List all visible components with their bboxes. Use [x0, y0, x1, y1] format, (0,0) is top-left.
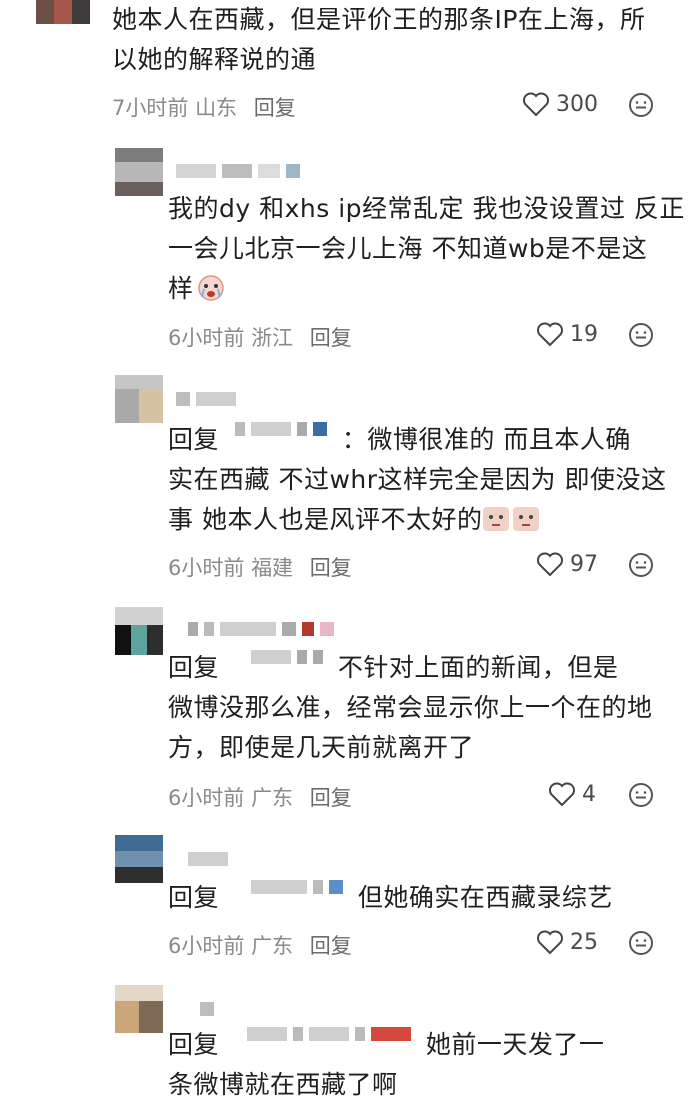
ip-location: 浙江 — [251, 326, 294, 350]
username[interactable] — [188, 622, 340, 636]
reply-prefix: 回复 — [168, 653, 220, 682]
avatar[interactable] — [115, 985, 163, 1033]
comment-meta: 6小时前 广东 回复 — [168, 930, 352, 960]
like-button[interactable]: 300 — [522, 91, 598, 117]
comment-meta: 6小时前 广东 回复 — [168, 782, 352, 812]
timestamp: 6小时前 — [168, 786, 245, 810]
smiley-icon[interactable] — [628, 322, 654, 348]
reply-button[interactable]: 回复 — [310, 556, 352, 580]
comment-text: 回复 不针对上面的新闻，但是 微博没那么准，经常会显示你上一个在的地 方，即使是… — [168, 648, 653, 768]
mentioned-username[interactable] — [251, 880, 349, 894]
heart-outline-icon — [523, 92, 549, 117]
comment-meta: 6小时前 浙江 回复 — [168, 322, 352, 352]
heart-outline-icon — [537, 552, 563, 577]
username[interactable] — [176, 164, 306, 178]
like-count: 25 — [570, 929, 598, 955]
smiley-icon[interactable] — [628, 930, 654, 956]
reply-button[interactable]: 回复 — [310, 786, 352, 810]
crying-emoji-icon — [197, 275, 224, 301]
like-count: 300 — [556, 91, 598, 117]
like-button[interactable]: 97 — [536, 551, 598, 577]
timestamp: 7小时前 — [112, 96, 189, 120]
ip-location: 广东 — [251, 786, 294, 810]
avatar[interactable] — [115, 148, 163, 196]
smiley-icon[interactable] — [628, 552, 654, 578]
comment-text: 回复 但她确实在西藏录综艺 — [168, 878, 613, 918]
comment-meta: 7小时前 山东 回复 — [112, 92, 296, 122]
reply-button[interactable]: 回复 — [310, 934, 352, 958]
like-button[interactable]: 25 — [536, 929, 598, 955]
reply-prefix: 回复 — [168, 1030, 220, 1059]
mentioned-username[interactable] — [251, 650, 329, 664]
username[interactable] — [176, 392, 242, 406]
avatar[interactable] — [115, 375, 163, 423]
comment-text: 回复 她前一天发了一 条微博就在西藏了啊 — [168, 1025, 604, 1105]
heart-outline-icon — [537, 930, 563, 955]
sticker-emoji-icon — [483, 507, 540, 531]
like-button[interactable]: 19 — [536, 321, 598, 347]
comment-text: 她本人在西藏，但是评价王的那条IP在上海，所 以她的解释说的通 — [112, 5, 646, 74]
avatar[interactable] — [115, 835, 163, 883]
heart-outline-icon — [549, 782, 575, 807]
reply-button[interactable]: 回复 — [254, 96, 296, 120]
smiley-icon[interactable] — [628, 782, 654, 808]
reply-prefix: 回复 — [168, 883, 220, 912]
comment-text: 回复 ：微博很准的 而且本人确 实在西藏 不过whr这样完全是因为 即使没这 事… — [168, 420, 666, 540]
like-count: 4 — [582, 781, 596, 807]
avatar[interactable] — [115, 607, 163, 655]
mentioned-username[interactable] — [247, 1027, 417, 1041]
mentioned-username[interactable] — [235, 422, 333, 436]
timestamp: 6小时前 — [168, 556, 245, 580]
ip-location: 山东 — [195, 96, 238, 120]
heart-outline-icon — [537, 322, 563, 347]
avatar[interactable] — [36, 0, 90, 24]
reply-prefix: 回复 — [168, 425, 220, 454]
like-count: 97 — [570, 551, 598, 577]
timestamp: 6小时前 — [168, 934, 245, 958]
timestamp: 6小时前 — [168, 326, 245, 350]
ip-location: 福建 — [251, 556, 294, 580]
ip-location: 广东 — [251, 934, 294, 958]
reply-button[interactable]: 回复 — [310, 326, 352, 350]
comment-meta: 6小时前 福建 回复 — [168, 552, 352, 582]
smiley-icon[interactable] — [628, 92, 654, 118]
username[interactable] — [188, 852, 234, 866]
comment-text: 我的dy 和xhs ip经常乱定 我也没设置过 反正 一会儿北京一会儿上海 不知… — [168, 194, 685, 303]
like-button[interactable]: 4 — [548, 781, 596, 807]
username[interactable] — [200, 1002, 220, 1016]
like-count: 19 — [570, 321, 598, 347]
